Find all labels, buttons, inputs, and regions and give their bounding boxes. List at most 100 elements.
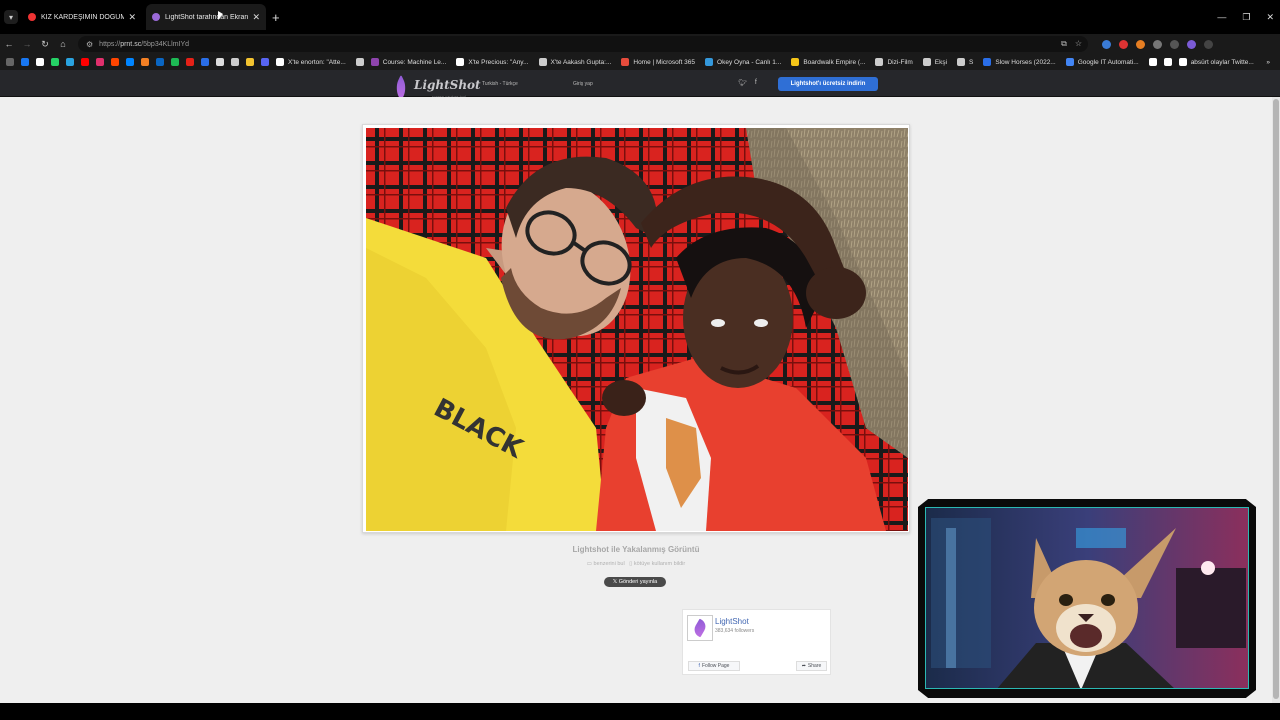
bookmark-icon[interactable] — [81, 58, 89, 66]
fb-followers: 383,634 followers — [715, 628, 755, 634]
language-selector[interactable]: Turkish - Türkçe — [482, 81, 518, 87]
bookmark-item[interactable]: Google IT Automati... — [1065, 58, 1139, 66]
lightshot-logo[interactable]: LightShot screen capture tool — [394, 73, 481, 102]
extension-icon[interactable] — [1102, 39, 1111, 49]
bookmark-icon[interactable] — [36, 58, 44, 66]
bookmark-label: Dizi-Film — [887, 58, 913, 66]
bookmark-item[interactable]: Slow Horses (2022... — [983, 58, 1056, 66]
forward-icon[interactable]: → — [18, 39, 36, 49]
address-bar[interactable]: ⚙ https://prnt.sc/5bp34KLlmIYd ⧉ ☆ — [78, 36, 1088, 52]
social-links: 🐦︎ f — [738, 79, 757, 87]
bookmark-item[interactable]: absürt olaylar Twitte... — [1178, 58, 1254, 66]
sidepanel-icon[interactable] — [1170, 39, 1179, 49]
bookmark-item[interactable]: Boardwalk Empire (... — [791, 58, 865, 66]
bookmark-item[interactable]: Home | Microsoft 365 — [621, 58, 695, 66]
extension-icon[interactable] — [1119, 39, 1128, 49]
twitter-icon[interactable]: 🐦︎ — [738, 79, 747, 87]
bookmark-label: Course: Machine Le... — [382, 58, 447, 66]
bookmark-label: X'te enorton: "Atte... — [288, 58, 346, 66]
bookmark-icon[interactable] — [51, 58, 59, 66]
close-window-icon[interactable]: ✕ — [1266, 12, 1274, 23]
bookmark-icon[interactable] — [66, 58, 74, 66]
share-button[interactable]: ➦ Share — [796, 661, 827, 671]
bookmark-icon[interactable] — [1163, 58, 1172, 66]
bookmark-icon[interactable] — [111, 58, 119, 66]
bookmark-label: X'te Precious: "Any... — [468, 58, 529, 66]
fb-page-name[interactable]: LightShot — [715, 617, 749, 626]
reload-icon[interactable]: ↻ — [36, 39, 54, 50]
new-tab-button[interactable]: + — [272, 10, 280, 25]
bookmark-icon[interactable] — [355, 58, 364, 66]
bookmark-icon[interactable] — [261, 58, 269, 66]
bookmark-star-icon[interactable]: ☆ — [1075, 39, 1082, 49]
bookmark-favicon-icon — [141, 58, 149, 66]
menu-kebab-icon[interactable] — [1204, 39, 1213, 49]
bookmark-icon[interactable] — [141, 58, 149, 66]
lightshot-favicon-icon — [152, 13, 160, 21]
bookmark-icon[interactable] — [186, 58, 194, 66]
scrollbar-thumb[interactable] — [1273, 99, 1279, 699]
bookmark-icon[interactable] — [246, 58, 254, 66]
scrollbar[interactable] — [1272, 97, 1280, 703]
bookmark-icon[interactable] — [21, 58, 29, 66]
lightshot-header: LightShot screen capture tool Turkish - … — [0, 70, 1280, 102]
bookmark-item[interactable]: Dizi-Film — [875, 58, 913, 66]
bookmark-label: Home | Microsoft 365 — [633, 58, 696, 66]
back-icon[interactable]: ← — [0, 39, 18, 49]
bookmark-item[interactable]: Ekşi — [922, 58, 947, 66]
navigation-bar: ← → ↻ ⌂ ⚙ https://prnt.sc/5bp34KLlmIYd ⧉… — [0, 34, 1280, 54]
home-icon[interactable]: ⌂ — [54, 39, 72, 49]
download-button[interactable]: Lightshot'ı ücretsiz indirin — [778, 77, 878, 91]
tab-birthday[interactable]: KIZ KARDEŞİMİN DOĞUM GÜNÜ ✕ — [22, 4, 142, 30]
facebook-icon[interactable]: f — [755, 79, 757, 87]
bookmark-favicon-icon — [456, 58, 465, 66]
extensions-puzzle-icon[interactable] — [1153, 39, 1162, 49]
login-link[interactable]: Giriş yap — [573, 81, 593, 87]
bookmark-icon[interactable] — [201, 58, 209, 66]
webcam-overlay — [918, 499, 1256, 698]
feather-icon — [691, 618, 709, 638]
lightshot-page-avatar[interactable] — [687, 615, 713, 641]
bookmark-icon[interactable] — [96, 58, 104, 66]
bookmark-icon[interactable] — [1148, 58, 1157, 66]
bookmark-item[interactable]: Course: Machine Le... — [370, 58, 447, 66]
similar-link[interactable]: ▭ benzerini bul — [587, 561, 625, 567]
tab-label: KIZ KARDEŞİMİN DOĞUM GÜNÜ — [41, 13, 125, 21]
install-app-icon[interactable]: ⧉ — [1061, 39, 1067, 49]
bookmark-item[interactable]: X'te enorton: "Atte... — [276, 58, 346, 66]
follow-page-button[interactable]: f Follow Page — [688, 661, 740, 671]
close-tab-icon[interactable]: ✕ — [128, 12, 136, 23]
apps-grid-icon[interactable] — [6, 58, 14, 66]
site-info-icon[interactable]: ⚙ — [86, 40, 93, 49]
profile-avatar[interactable] — [1187, 39, 1196, 49]
window-controls: — ❐ ✕ — [1217, 12, 1274, 23]
bookmark-favicon-icon — [705, 58, 714, 66]
bookmark-icon[interactable] — [231, 58, 239, 66]
extension-icon[interactable] — [1136, 39, 1145, 49]
bookmark-icon[interactable] — [126, 58, 134, 66]
share-label: Share — [807, 663, 822, 669]
bookmark-favicon-icon — [875, 58, 884, 66]
bookmark-icon[interactable] — [216, 58, 224, 66]
report-link[interactable]: ▯ kötüye kullanım bildir — [629, 561, 685, 567]
minimize-icon[interactable]: — — [1217, 12, 1226, 23]
bookmark-icon[interactable] — [171, 58, 179, 66]
bookmark-item[interactable]: X'te Aakash Gupta:... — [538, 58, 611, 66]
follow-label: Follow Page — [701, 663, 730, 669]
close-tab-icon[interactable]: ✕ — [252, 12, 260, 23]
bookmark-item[interactable]: X'te Precious: "Any... — [456, 58, 529, 66]
bookmark-item[interactable]: Okey Oyna - Canlı 1... — [705, 58, 781, 66]
tab-label: LightShot tarafından Ekran Görü — [165, 13, 249, 21]
tab-search-icon[interactable]: ▾ — [4, 10, 18, 24]
post-button[interactable]: 𝕏 Gönderi yayınla — [604, 577, 666, 587]
bookmark-item[interactable]: S — [957, 58, 973, 66]
bookmark-favicon-icon — [111, 58, 119, 66]
bookmark-favicon-icon — [66, 58, 74, 66]
restore-icon[interactable]: ❐ — [1242, 12, 1250, 23]
url-host: prnt.sc — [120, 40, 142, 48]
tab-lightshot[interactable]: LightShot tarafından Ekran Görü ✕ — [146, 4, 266, 30]
more-bookmarks-icon[interactable]: » — [1266, 59, 1270, 66]
bookmark-favicon-icon — [538, 58, 547, 66]
bookmark-icon[interactable] — [156, 58, 164, 66]
bookmark-favicon-icon — [791, 58, 800, 66]
